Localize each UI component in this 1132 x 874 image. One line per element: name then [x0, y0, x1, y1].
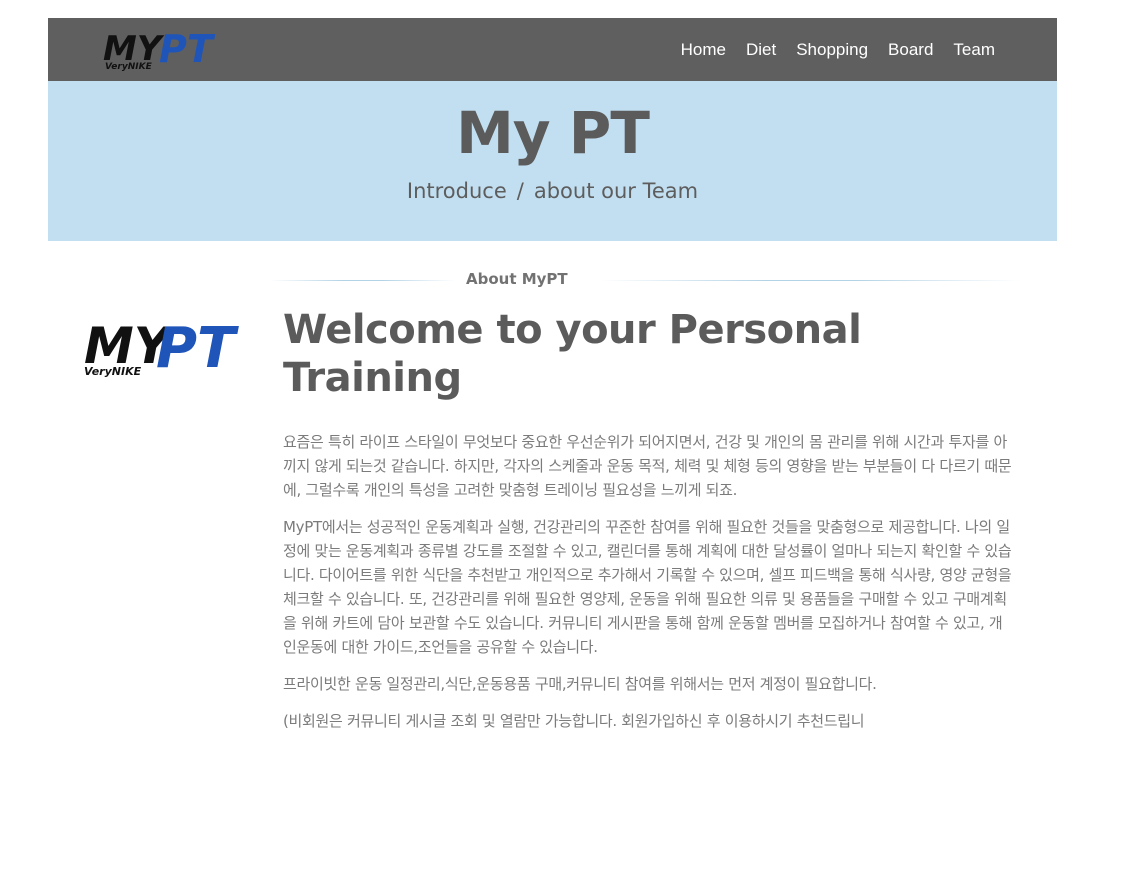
- nav-link-diet[interactable]: Diet: [746, 40, 776, 60]
- section-divider-right: [600, 280, 1020, 281]
- section-divider-left: [270, 280, 455, 281]
- breadcrumb-introduce: Introduce: [406, 179, 507, 203]
- hero-banner: My PT Introduce / about our Team: [48, 81, 1057, 241]
- brand-logo[interactable]: MY PT VeryNIKE: [103, 22, 223, 72]
- nav-link-team[interactable]: Team: [953, 40, 995, 60]
- about-content: 요즘은 특히 라이프 스타일이 무엇보다 중요한 우선순위가 되어지면서, 건강…: [283, 430, 1015, 780]
- nav-link-shopping[interactable]: Shopping: [796, 40, 868, 60]
- nav-link-board[interactable]: Board: [888, 40, 933, 60]
- about-paragraph-2: MyPT에서는 성공적인 운동계획과 실행, 건강관리의 꾸준한 참여를 위해 …: [283, 518, 1012, 656]
- logo-tagline-text: VeryNIKE: [105, 62, 153, 72]
- about-paragraph-1: 요즘은 특히 라이프 스타일이 무엇보다 중요한 우선순위가 되어지면서, 건강…: [283, 433, 1012, 499]
- about-logo: MY PT VeryNIKE: [84, 316, 239, 381]
- about-paragraph-3: 프라이빗한 운동 일정관리,식단,운동용품 구매,커뮤니티 참여를 위해서는 먼…: [283, 675, 877, 693]
- breadcrumb-separator: /: [516, 179, 524, 203]
- side-logo-pt-text: PT: [156, 316, 239, 381]
- about-paragraph-4: (비회원은 커뮤니티 게시글 조회 및 열람만 가능합니다. 회원가입하신 후 …: [283, 712, 865, 730]
- side-logo-tagline-text: VeryNIKE: [84, 365, 142, 378]
- logo-pt-text: PT: [159, 27, 216, 71]
- navbar: MY PT VeryNIKE Home Diet Shopping Board …: [48, 18, 1057, 81]
- welcome-heading: Welcome to your Personal Training: [283, 307, 862, 401]
- breadcrumb: Introduce / about our Team: [48, 179, 1057, 203]
- page-title: My PT: [456, 99, 650, 167]
- nav-link-home[interactable]: Home: [681, 40, 726, 60]
- breadcrumb-about-team: about our Team: [533, 179, 699, 203]
- nav-menu: Home Diet Shopping Board Team: [681, 18, 995, 81]
- section-label: About MyPT: [466, 270, 568, 288]
